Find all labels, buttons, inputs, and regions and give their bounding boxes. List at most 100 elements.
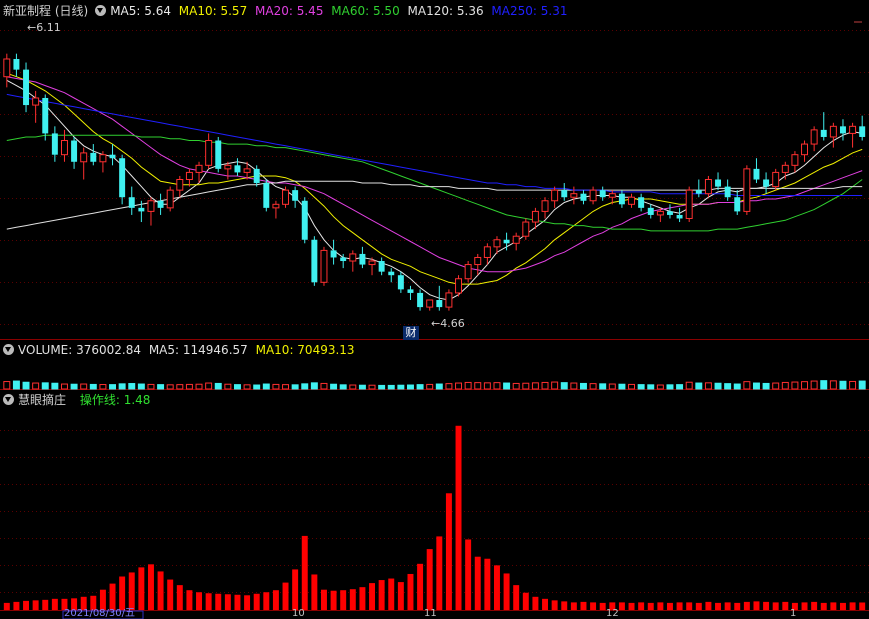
ma-line-ma5 xyxy=(6,79,863,301)
candle-down xyxy=(90,152,97,162)
volume-bar xyxy=(262,383,270,390)
legend-volume-ma5: MA5: 114946.57 xyxy=(148,343,248,357)
volume-bar xyxy=(455,382,463,390)
volume-bar xyxy=(291,384,299,390)
volume-bar xyxy=(233,384,241,390)
candle-down xyxy=(311,239,318,283)
indicator-bar xyxy=(686,602,693,610)
volume-bar xyxy=(618,383,626,390)
volume-bar xyxy=(147,383,155,390)
stock-name: 新亚制程 (日线) xyxy=(3,4,89,18)
legend-toggle-icon[interactable] xyxy=(95,5,107,16)
indicator-bar xyxy=(426,549,433,610)
candle-up xyxy=(849,125,857,134)
indicator-bar xyxy=(167,579,174,610)
indicator-bar xyxy=(23,600,30,610)
candle-down xyxy=(263,183,270,208)
volume-bar xyxy=(551,381,559,390)
indicator-bar xyxy=(119,576,126,610)
indicator-bar xyxy=(330,590,337,610)
volume-legend: VOLUME: 376002.84 MA5: 114946.57 MA10: 7… xyxy=(0,342,359,358)
candle-down xyxy=(407,289,414,293)
indicator-bar xyxy=(138,567,145,610)
indicator-bar xyxy=(705,601,712,610)
candle-up xyxy=(551,189,559,202)
indicator-toggle-icon[interactable] xyxy=(3,394,14,405)
volume-bar xyxy=(99,384,107,390)
indicator-bar xyxy=(282,582,289,610)
candle-up xyxy=(801,143,809,156)
axis-label-jan: 1 xyxy=(790,608,797,619)
candle-down xyxy=(157,200,164,208)
candle-up xyxy=(685,189,693,219)
indicator-bar xyxy=(503,573,510,610)
candle-down xyxy=(128,197,135,208)
indicator-bar xyxy=(801,602,808,610)
volume-bar xyxy=(464,381,472,390)
finance-marker[interactable]: 财 xyxy=(403,326,419,340)
volume-bar xyxy=(137,383,145,390)
indicator-bar xyxy=(657,602,664,610)
volume-bar xyxy=(801,381,809,390)
axis-label-oct: 10 xyxy=(292,608,305,619)
candle-up xyxy=(656,210,664,216)
indicator-bar xyxy=(647,602,654,610)
candle-down xyxy=(417,292,424,308)
low-price-label: ←4.66 xyxy=(431,317,465,330)
candle-down xyxy=(13,58,20,70)
indicator-bar xyxy=(369,583,376,610)
candle-down xyxy=(119,158,126,198)
volume-bar xyxy=(503,382,511,390)
indicator-bar xyxy=(263,592,270,610)
volume-bar xyxy=(695,382,703,390)
high-price-label: ←6.11 xyxy=(27,21,61,34)
volume-bar xyxy=(51,382,59,390)
volume-bar xyxy=(128,383,136,390)
volume-bar xyxy=(435,383,443,390)
volume-bar xyxy=(339,384,347,390)
volume-bar xyxy=(70,383,78,390)
indicator-bar xyxy=(676,602,683,610)
indicator-bar xyxy=(436,536,443,610)
candle-up xyxy=(243,168,251,173)
candle-up xyxy=(320,249,328,283)
indicator-bar xyxy=(292,569,299,610)
indicator-bar xyxy=(224,594,231,610)
indicator-bar xyxy=(551,600,558,610)
indicator-bar xyxy=(455,425,462,610)
volume-bar xyxy=(714,382,722,390)
indicator-bar xyxy=(820,602,827,610)
legend-ma5: MA5: 5.64 xyxy=(110,4,171,18)
volume-bar xyxy=(849,380,857,390)
volume-bar xyxy=(176,384,184,390)
volume-bar xyxy=(109,384,117,390)
indicator-bar xyxy=(186,590,193,610)
volume-bar xyxy=(416,384,424,390)
volume-bar xyxy=(560,382,568,390)
volume-bar xyxy=(733,383,741,390)
volume-bar xyxy=(80,383,88,390)
candle-up xyxy=(772,171,780,188)
volume-bar xyxy=(599,383,607,390)
candle-down xyxy=(734,197,741,212)
volume-bar xyxy=(810,380,818,390)
ma-line-ma10 xyxy=(6,72,863,285)
candle-up xyxy=(224,164,232,170)
volume-toggle-icon[interactable] xyxy=(3,344,14,355)
indicator-bar xyxy=(196,592,203,610)
legend-volume-ma10: MA10: 70493.13 xyxy=(255,343,355,357)
volume-bar xyxy=(406,384,414,390)
volume-bar xyxy=(791,381,799,390)
indicator-bar xyxy=(128,572,135,610)
volume-bar xyxy=(839,380,847,390)
candle-down xyxy=(215,140,222,169)
candle-down xyxy=(715,179,722,187)
volume-bar xyxy=(378,384,386,390)
indicator-bar xyxy=(340,590,347,610)
candle-up xyxy=(455,278,463,294)
indicator-bar xyxy=(51,598,58,610)
candle-up xyxy=(829,125,837,138)
stock-chart[interactable] xyxy=(0,0,869,619)
candle-up xyxy=(474,256,482,266)
candle-down xyxy=(618,193,625,205)
